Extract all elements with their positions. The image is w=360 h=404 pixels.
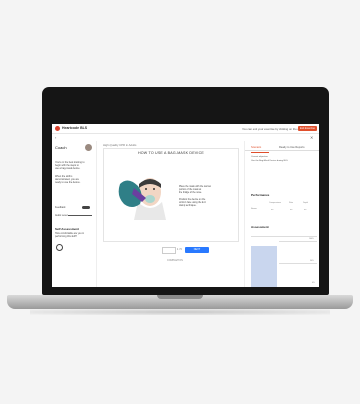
face-rating-icon[interactable] xyxy=(56,244,63,251)
coach-line: use a bag-mask device. xyxy=(55,167,81,170)
laptop-mockup: Heartcode BLS You can exit your exercise… xyxy=(0,0,360,404)
laptop-lid: Heartcode BLS You can exit your exercise… xyxy=(42,87,329,295)
active-tab-underline xyxy=(251,152,269,153)
assessment-title: Assessment xyxy=(251,225,269,229)
breadcrumb: High-Quality CPR in Adults xyxy=(103,143,137,147)
top-bar: Heartcode BLS You can exit your exercise… xyxy=(52,124,319,134)
feedback-toggle[interactable] xyxy=(82,206,90,209)
performance-value: -- xyxy=(290,207,293,211)
lesson-area: High-Quality CPR in Adults HOW TO USE A … xyxy=(97,141,242,287)
performance-column: Rate xyxy=(289,202,293,204)
objective-label: Current objective: xyxy=(251,156,269,158)
feedback-toggle-label: Feedback xyxy=(55,206,66,209)
tab-reports[interactable]: Ready to Use Reports xyxy=(279,146,305,149)
laptop-screen: Heartcode BLS You can exit your exercise… xyxy=(52,124,319,287)
coach-line: ready to use the device. xyxy=(55,181,81,184)
performance-title: Performance xyxy=(251,193,270,197)
tab-bar: Scenario Ready to Use Reports xyxy=(245,143,319,153)
objective-text: Use the Bag-Mask Device during BLS xyxy=(251,160,288,162)
lesson-description-line: clamp technique. xyxy=(179,205,197,207)
lesson-card: HOW TO USE A BAG-MASK DEVICE Place the m… xyxy=(103,148,239,242)
app-name: Heartcode BLS xyxy=(62,126,88,130)
performance-column: Depth xyxy=(303,202,309,204)
laptop-notch xyxy=(157,295,203,299)
avatar xyxy=(85,144,92,151)
laptop-shadow xyxy=(30,309,330,315)
brand-logo-icon xyxy=(55,126,60,131)
tab-scenario[interactable]: Scenario xyxy=(251,146,261,149)
bag-mask-illustration-icon xyxy=(118,178,166,220)
chart-y-label: 100% xyxy=(309,238,314,240)
lesson-description-line: the bridge of the nose. xyxy=(179,192,202,194)
performance-value: -- xyxy=(304,207,307,211)
next-button[interactable]: NEXT xyxy=(185,247,209,253)
chart-y-label: 0% xyxy=(312,282,315,284)
completion-label: COMPLETION xyxy=(167,259,183,262)
self-assessment-title: Self Assessment xyxy=(55,227,79,231)
performance-row-label: Score xyxy=(251,208,257,210)
assessment-bar xyxy=(251,246,277,287)
performance-column: Compressions xyxy=(269,202,282,204)
scenario-panel: Scenario Ready to Use Reports Current ob… xyxy=(244,141,319,287)
laptop-base xyxy=(7,295,353,309)
coach-title: Coach xyxy=(55,145,67,150)
page-indicator: 1 / 5 xyxy=(177,248,182,251)
performance-value: -- xyxy=(271,207,274,211)
lesson-heading: HOW TO USE A BAG-MASK DEVICE xyxy=(138,151,204,155)
page-selector[interactable] xyxy=(162,247,176,254)
chart-y-label: 50% xyxy=(310,260,314,262)
back-icon[interactable]: ‹ xyxy=(55,135,56,140)
self-assessment-line: performing this skill? xyxy=(55,235,77,238)
coach-panel: Coach You're in the best training to beg… xyxy=(52,141,97,287)
close-icon[interactable]: ✕ xyxy=(310,135,313,140)
audio-level-slider[interactable] xyxy=(68,215,92,216)
audio-level-label: Audio Level xyxy=(55,214,68,217)
exit-button[interactable]: Exit Exercise xyxy=(298,125,317,131)
